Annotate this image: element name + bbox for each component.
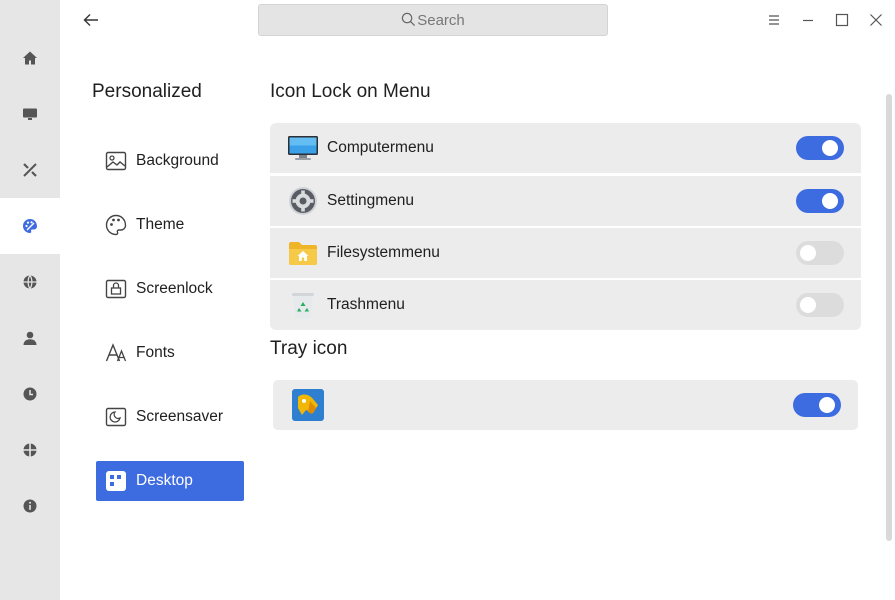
nav-item-screenlock[interactable]: Screenlock xyxy=(96,269,244,309)
nav-item-theme[interactable]: Theme xyxy=(96,205,244,245)
search-icon xyxy=(402,12,416,26)
nav-label: Theme xyxy=(136,216,185,233)
tray-row xyxy=(273,380,858,430)
tray-app-icon xyxy=(292,389,324,421)
nav-item-fonts[interactable]: Fonts xyxy=(96,333,244,373)
search-placeholder: Search xyxy=(417,11,465,29)
scrollbar[interactable] xyxy=(886,94,892,541)
rail-item-datetime[interactable] xyxy=(0,366,60,422)
maximize-button[interactable] xyxy=(834,12,850,28)
target-icon xyxy=(23,443,37,457)
nav-label: Screensaver xyxy=(136,408,224,425)
navigation-rail xyxy=(0,0,60,600)
rail-item-update[interactable] xyxy=(0,422,60,478)
display-icon xyxy=(23,108,37,120)
rail-item-home[interactable] xyxy=(0,30,60,86)
desktop-grid-icon xyxy=(105,470,127,492)
clock-icon xyxy=(23,387,37,401)
back-button[interactable] xyxy=(80,10,102,30)
nav-label: Background xyxy=(136,152,219,169)
arrow-left-icon xyxy=(83,14,98,26)
user-icon xyxy=(23,331,37,345)
menu-row-settingmenu: Settingmenu xyxy=(270,176,861,226)
screensaver-icon xyxy=(105,406,127,428)
tools-icon xyxy=(23,163,37,177)
nav-label: Desktop xyxy=(136,472,193,489)
home-icon xyxy=(23,51,37,65)
menu-row-computermenu: Computermenu xyxy=(270,123,861,173)
trashmenu-toggle[interactable] xyxy=(796,293,844,317)
settingmenu-toggle[interactable] xyxy=(796,189,844,213)
palette-icon xyxy=(23,219,37,233)
nav-label: Screenlock xyxy=(136,280,213,297)
fonts-icon xyxy=(105,342,127,364)
section-title: Personalized xyxy=(92,81,202,102)
search-input[interactable]: Search xyxy=(258,4,608,36)
close-button[interactable] xyxy=(868,12,884,28)
menu-label: Trashmenu xyxy=(327,296,405,313)
hamburger-icon xyxy=(769,15,779,25)
menu-label: Computermenu xyxy=(327,139,434,156)
screenlock-icon xyxy=(105,278,127,300)
rail-item-about[interactable] xyxy=(0,478,60,534)
trash-icon xyxy=(287,289,319,321)
computer-icon xyxy=(287,132,319,164)
icon-lock-heading: Icon Lock on Menu xyxy=(270,81,431,102)
home-folder-icon xyxy=(287,237,319,269)
nav-label: Fonts xyxy=(136,344,175,361)
menu-label: Filesystemmenu xyxy=(327,244,440,261)
settings-gear-icon xyxy=(287,185,319,217)
maximize-icon xyxy=(835,13,849,27)
menu-row-filesystemmenu: Filesystemmenu xyxy=(270,228,861,278)
rail-item-display[interactable] xyxy=(0,86,60,142)
menu-button[interactable] xyxy=(766,12,782,28)
image-icon xyxy=(105,150,127,172)
minimize-icon xyxy=(803,19,813,22)
menu-row-trashmenu: Trashmenu xyxy=(270,280,861,330)
theme-palette-icon xyxy=(105,214,127,236)
close-icon xyxy=(870,14,882,26)
computermenu-toggle[interactable] xyxy=(796,136,844,160)
nav-item-background[interactable]: Background xyxy=(96,141,244,181)
nav-item-screensaver[interactable]: Screensaver xyxy=(96,397,244,437)
globe-icon xyxy=(23,275,37,289)
rail-item-personalized[interactable] xyxy=(0,198,60,254)
rail-item-tools[interactable] xyxy=(0,142,60,198)
menu-label: Settingmenu xyxy=(327,192,415,209)
info-icon xyxy=(23,499,37,513)
tray-icon-toggle[interactable] xyxy=(793,393,841,417)
minimize-button[interactable] xyxy=(800,12,816,28)
filesystemmenu-toggle[interactable] xyxy=(796,241,844,265)
rail-item-account[interactable] xyxy=(0,310,60,366)
nav-item-desktop[interactable]: Desktop xyxy=(96,461,244,501)
tray-icon-heading: Tray icon xyxy=(270,338,348,359)
rail-item-network[interactable] xyxy=(0,254,60,310)
